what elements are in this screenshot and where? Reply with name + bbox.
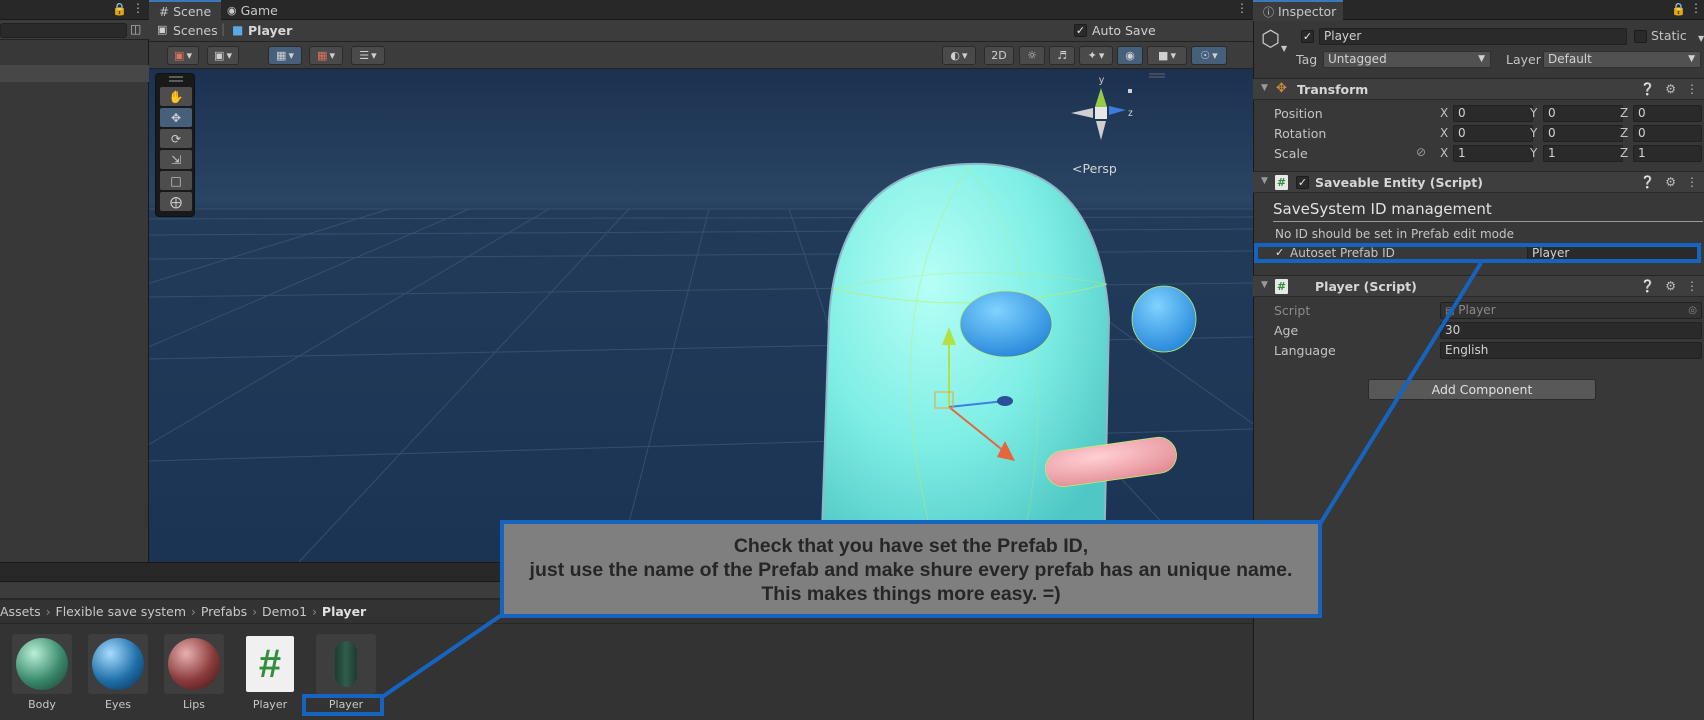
prefab-id-highlight xyxy=(1254,243,1701,263)
callout-line-1: Check that you have set the Prefab ID, xyxy=(733,535,1089,557)
callout-line-3: This makes things more easy. =) xyxy=(761,583,1061,605)
instruction-callout: Check that you have set the Prefab ID, j… xyxy=(500,520,1322,618)
prefab-asset-highlight xyxy=(302,694,384,716)
callout-line-2: just use the name of the Prefab and make… xyxy=(529,559,1293,581)
